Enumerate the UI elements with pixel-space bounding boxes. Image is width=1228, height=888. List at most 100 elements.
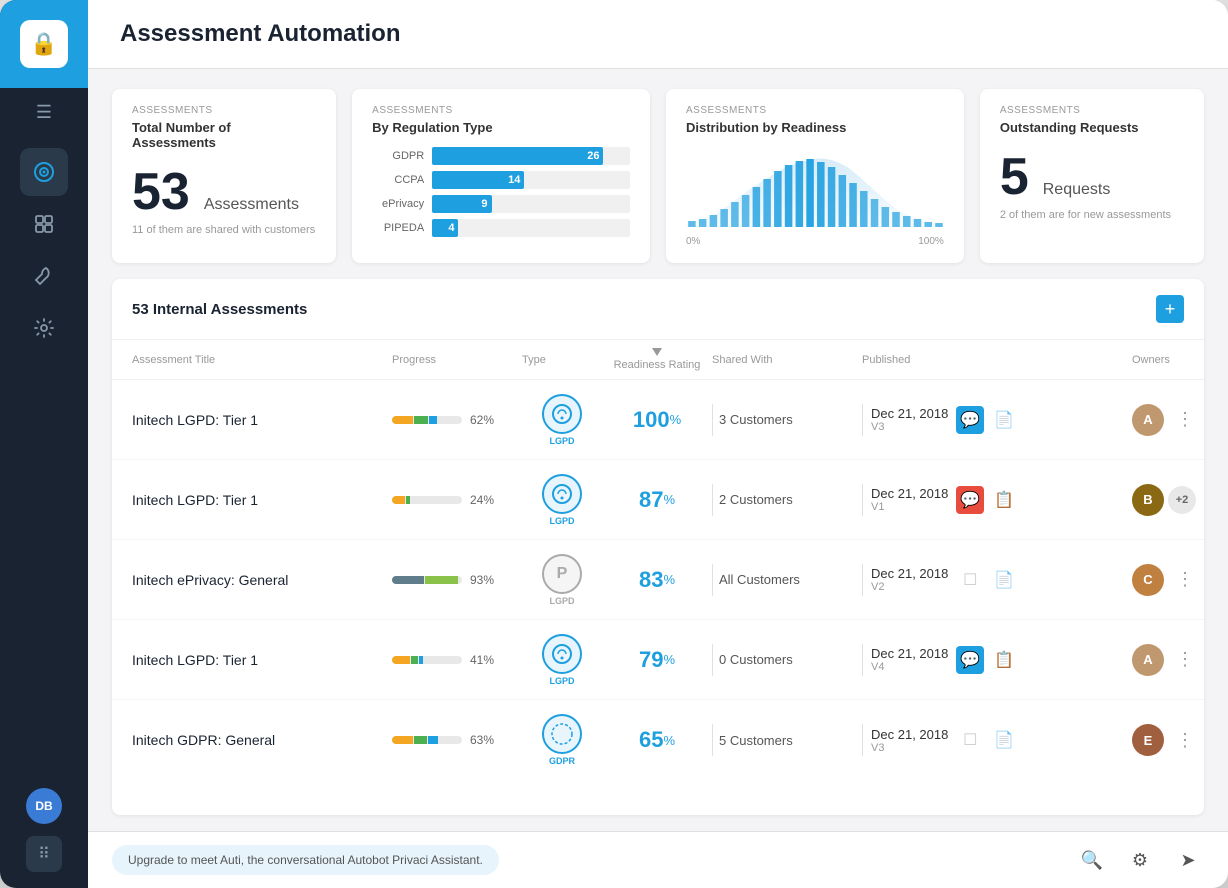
row2-type: LGPD bbox=[522, 474, 602, 526]
total-unit: Assessments bbox=[204, 196, 299, 214]
share-icon[interactable]: ➤ bbox=[1172, 844, 1204, 876]
sidebar-item-network[interactable] bbox=[20, 148, 68, 196]
dist-axis-right: 100% bbox=[918, 236, 944, 247]
sidebar-item-tools[interactable] bbox=[20, 252, 68, 300]
row3-published: Dec 21, 2018 V2 ☐ 📄 bbox=[862, 564, 1032, 596]
owner-avatar: A bbox=[1132, 404, 1164, 436]
outstanding-subtitle: Outstanding Requests bbox=[1000, 120, 1184, 135]
outstanding-number: 5 bbox=[1000, 151, 1029, 203]
row1-published: Dec 21, 2018 V3 💬 📄 bbox=[862, 404, 1032, 436]
col-owners: Owners bbox=[1132, 348, 1204, 371]
distribution-card: Assessments Distribution by Readiness bbox=[666, 89, 964, 263]
row2-readiness: 87 % bbox=[602, 487, 712, 513]
row2-owners: B +2 ⋮ bbox=[1132, 484, 1204, 516]
apps-menu[interactable]: ⠿ bbox=[26, 836, 62, 872]
row1-title: Initech LGPD: Tier 1 bbox=[132, 412, 392, 428]
file-icon2: 📄 bbox=[990, 726, 1018, 754]
table-row: Initech LGPD: Tier 1 62% LGPD bbox=[112, 380, 1204, 460]
logo[interactable]: 🔒 bbox=[0, 0, 88, 88]
row-actions-menu[interactable]: ⋮ bbox=[1168, 649, 1202, 670]
row3-progress: 93% bbox=[392, 573, 522, 587]
chat-bubble-text: Upgrade to meet Auti, the conversational… bbox=[112, 845, 499, 875]
regulation-card: Assessments By Regulation Type GDPR 26 C… bbox=[352, 89, 650, 263]
row5-owners: E ⋮ bbox=[1132, 724, 1204, 756]
dist-axis-left: 0% bbox=[686, 236, 700, 247]
user-avatar[interactable]: DB bbox=[26, 788, 62, 824]
row5-published: Dec 21, 2018 V3 ☐ 📄 bbox=[862, 724, 1032, 756]
row-actions-menu[interactable]: ⋮ bbox=[1168, 569, 1202, 590]
chat-message: Upgrade to meet Auti, the conversational… bbox=[112, 845, 499, 875]
file-icon: 📄 bbox=[990, 406, 1018, 434]
col-published: Published bbox=[862, 348, 1032, 371]
outstanding-sub: 2 of them are for new assessments bbox=[1000, 209, 1184, 221]
sidebar-bottom: DB ⠿ bbox=[26, 788, 62, 888]
total-category: Assessments bbox=[132, 105, 316, 116]
row-actions-menu[interactable]: ⋮ bbox=[1168, 730, 1202, 751]
file-blue-icon: 📋 bbox=[990, 486, 1018, 514]
row4-readiness: 79 % bbox=[602, 647, 712, 673]
row3-readiness: 83 % bbox=[602, 567, 712, 593]
row-actions-menu[interactable]: ⋮ bbox=[1168, 409, 1202, 430]
distribution-chart bbox=[686, 147, 944, 227]
table-row: Initech ePrivacy: General 93% P LGPD 83 … bbox=[112, 540, 1204, 620]
sidebar: 🔒 ☰ DB ⠿ bbox=[0, 0, 88, 888]
owner-avatar: E bbox=[1132, 724, 1164, 756]
row2-progress: 24% bbox=[392, 493, 522, 507]
row5-progress: 63% bbox=[392, 733, 522, 747]
logo-icon: 🔒 bbox=[30, 31, 57, 57]
chat-icon: 💬 bbox=[956, 646, 984, 674]
table-row: Initech GDPR: General 63% GDPR bbox=[112, 700, 1204, 780]
row-actions-menu[interactable]: ⋮ bbox=[1200, 489, 1204, 510]
row4-title: Initech LGPD: Tier 1 bbox=[132, 652, 392, 668]
row1-readiness: 100% bbox=[602, 407, 712, 433]
row1-progress: 62% bbox=[392, 413, 522, 427]
table-title: 53 Internal Assessments bbox=[132, 301, 307, 318]
total-sub: 11 of them are shared with customers bbox=[132, 224, 316, 236]
regulation-subtitle: By Regulation Type bbox=[372, 120, 630, 135]
file-icon2: 📄 bbox=[990, 566, 1018, 594]
row3-owners: C ⋮ bbox=[1132, 564, 1204, 596]
chat-icon: 💬 bbox=[956, 406, 984, 434]
outstanding-category: Assessments bbox=[1000, 105, 1184, 116]
col-type: Type bbox=[522, 348, 602, 371]
outstanding-card: Assessments Outstanding Requests 5 Reque… bbox=[980, 89, 1204, 263]
row2-title: Initech LGPD: Tier 1 bbox=[132, 492, 392, 508]
assessments-table: 53 Internal Assessments + Assessment Tit… bbox=[112, 279, 1204, 815]
page-header: Assessment Automation bbox=[88, 0, 1228, 69]
distribution-subtitle: Distribution by Readiness bbox=[686, 120, 944, 135]
row4-type: LGPD bbox=[522, 634, 602, 686]
sidebar-item-settings[interactable] bbox=[20, 304, 68, 352]
menu-toggle[interactable]: ☰ bbox=[0, 88, 88, 136]
regulation-category: Assessments bbox=[372, 105, 630, 116]
page-title: Assessment Automation bbox=[120, 20, 1196, 48]
row4-owners: A ⋮ bbox=[1132, 644, 1204, 676]
filter-icon[interactable]: ⚙ bbox=[1124, 844, 1156, 876]
total-subtitle: Total Number of Assessments bbox=[132, 120, 316, 150]
bar-ccpa: CCPA 14 bbox=[372, 171, 630, 189]
owner-more: +2 bbox=[1168, 486, 1196, 514]
row4-published: Dec 21, 2018 V4 💬 📋 bbox=[862, 644, 1032, 676]
table-row: Initech LGPD: Tier 1 24% LGPD 87 % bbox=[112, 460, 1204, 540]
table-column-headers: Assessment Title Progress Type Readiness… bbox=[112, 340, 1204, 380]
row2-published: Dec 21, 2018 V1 💬 📋 bbox=[862, 484, 1032, 516]
row5-title: Initech GDPR: General bbox=[132, 732, 392, 748]
row3-shared: All Customers bbox=[712, 564, 862, 596]
distribution-category: Assessments bbox=[686, 105, 944, 116]
file-icon: ☐ bbox=[956, 566, 984, 594]
col-title: Assessment Title bbox=[132, 348, 392, 371]
bottom-bar: Upgrade to meet Auti, the conversational… bbox=[88, 831, 1228, 888]
stats-row: Assessments Total Number of Assessments … bbox=[88, 69, 1228, 263]
bar-eprivacy: ePrivacy 9 bbox=[372, 195, 630, 213]
sidebar-item-dashboard[interactable] bbox=[20, 200, 68, 248]
search-icon[interactable]: 🔍 bbox=[1076, 844, 1108, 876]
row2-shared: 2 Customers bbox=[712, 484, 862, 516]
row5-readiness: 65 % bbox=[602, 727, 712, 753]
row1-owners: A ⋮ bbox=[1132, 404, 1204, 436]
col-readiness: Readiness Rating bbox=[602, 348, 712, 371]
col-shared: Shared With bbox=[712, 348, 862, 371]
regulation-chart: GDPR 26 CCPA 14 ePrivacy 9 PIPEDA 4 bbox=[372, 147, 630, 237]
row5-type: GDPR bbox=[522, 714, 602, 766]
bar-pipeda: PIPEDA 4 bbox=[372, 219, 630, 237]
row3-title: Initech ePrivacy: General bbox=[132, 572, 392, 588]
add-assessment-button[interactable]: + bbox=[1156, 295, 1184, 323]
